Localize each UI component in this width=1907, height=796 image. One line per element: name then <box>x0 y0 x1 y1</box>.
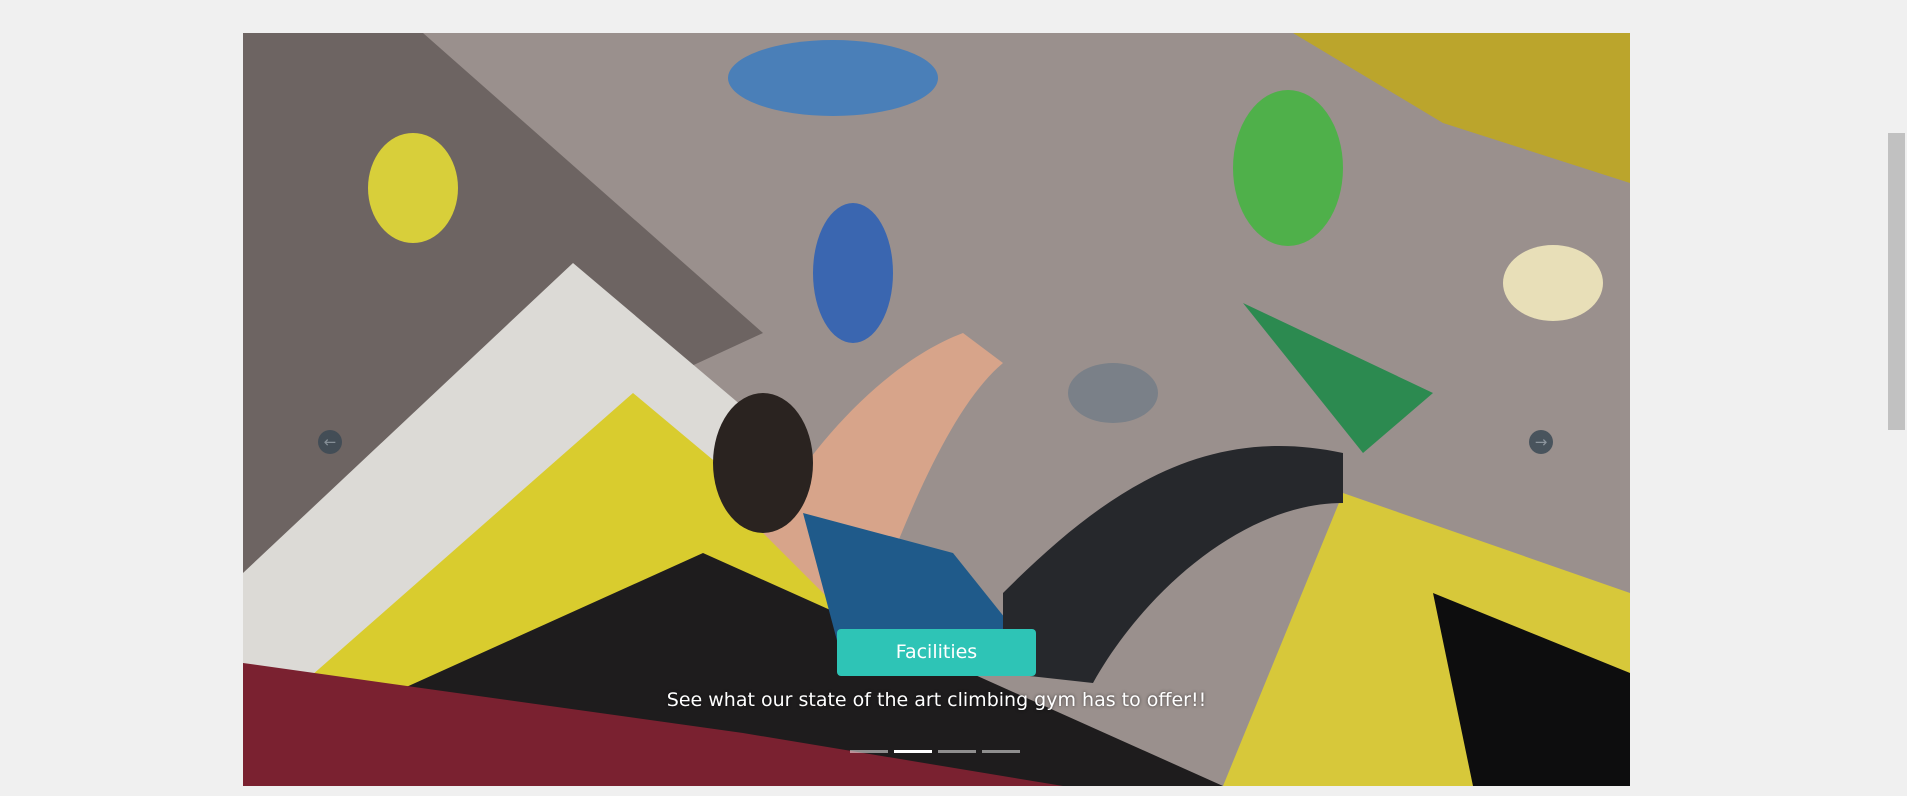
hero-carousel: ← → Facilities See what our state of the… <box>243 33 1630 786</box>
carousel-next-button[interactable]: → <box>1529 430 1553 454</box>
carousel-prev-button[interactable]: ← <box>318 430 342 454</box>
carousel-indicator-3[interactable] <box>938 750 976 753</box>
facilities-button[interactable]: Facilities <box>837 629 1036 676</box>
carousel-indicators <box>850 750 1020 753</box>
carousel-indicator-2[interactable] <box>894 750 932 753</box>
carousel-indicator-4[interactable] <box>982 750 1020 753</box>
carousel-caption: See what our state of the art climbing g… <box>666 689 1207 711</box>
carousel-indicator-1[interactable] <box>850 750 888 753</box>
arrow-left-circle-icon: ← <box>323 433 337 451</box>
page-scrollbar-thumb[interactable] <box>1888 133 1905 430</box>
arrow-right-circle-icon: → <box>1534 433 1548 451</box>
